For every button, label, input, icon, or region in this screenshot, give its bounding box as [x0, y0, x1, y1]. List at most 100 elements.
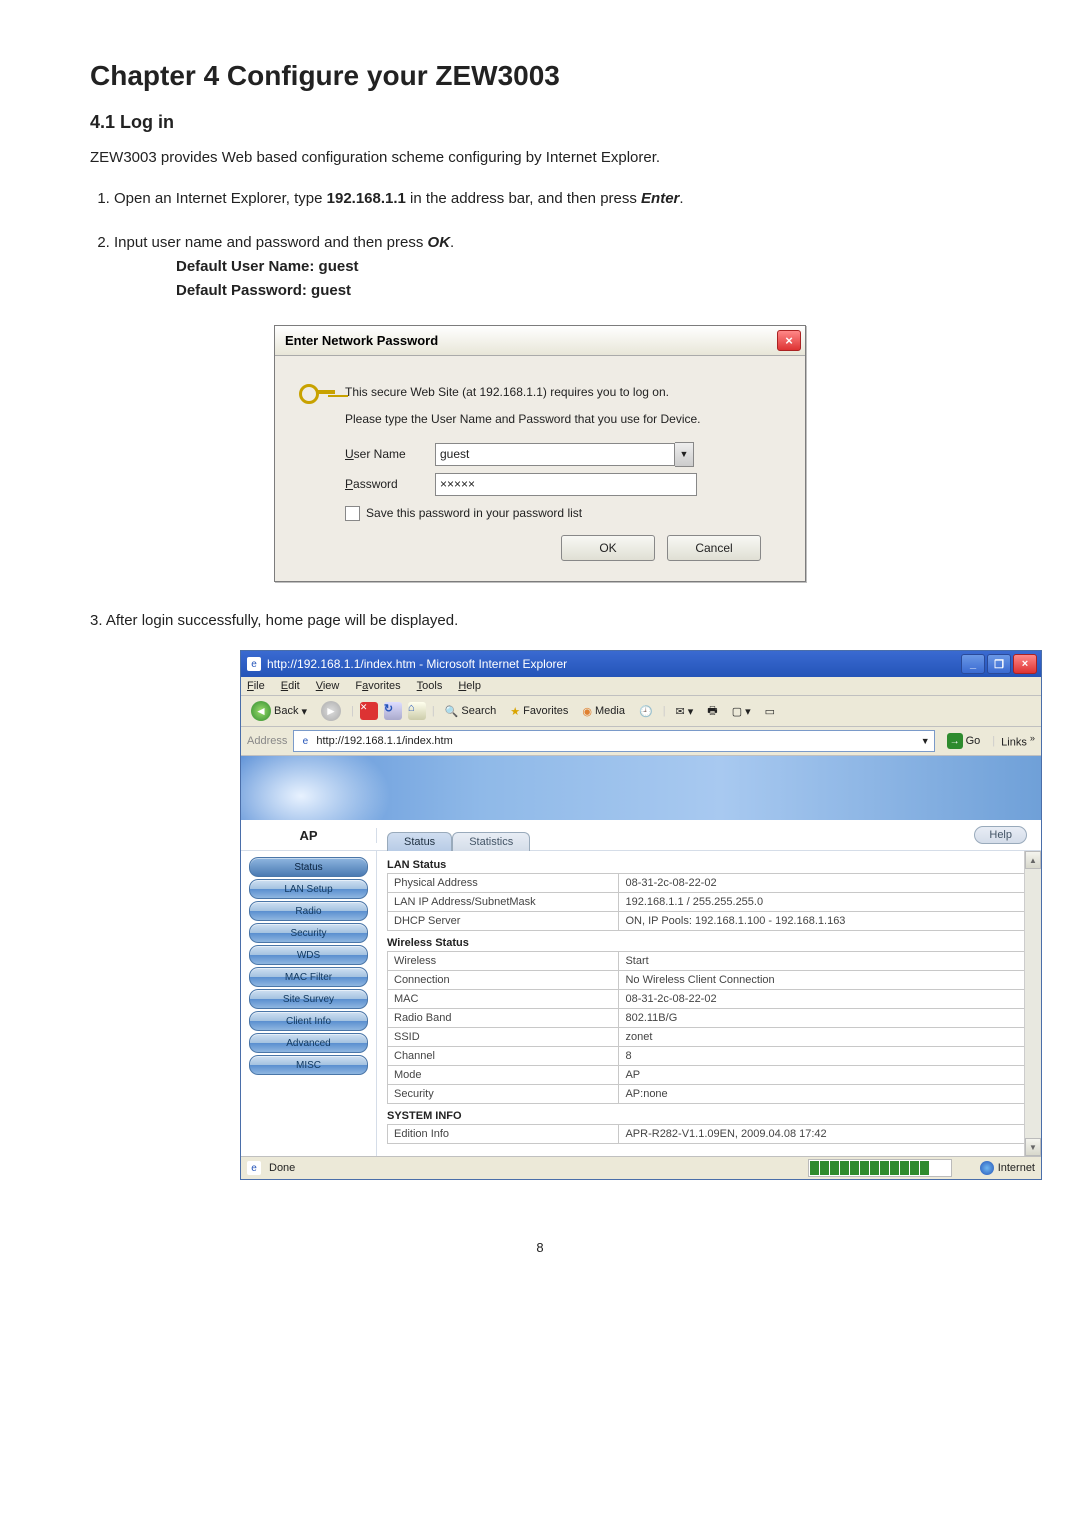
done-icon: e	[247, 1161, 261, 1175]
chapter-title: Chapter 4 Configure your ZEW3003	[90, 60, 990, 92]
help-button[interactable]: Help	[974, 826, 1027, 844]
ok-key: OK	[428, 234, 451, 251]
tab-status[interactable]: Status	[387, 832, 452, 851]
address-label: Address	[247, 735, 287, 747]
table-row: MAC08-31-2c-08-22-02	[388, 990, 1031, 1009]
go-button[interactable]: →Go	[941, 733, 987, 749]
forward-button[interactable]: ►	[317, 700, 345, 722]
text: Open an Internet Explorer, type	[114, 190, 327, 207]
address-bar[interactable]: e http://192.168.1.1/index.htm ▼	[293, 730, 934, 752]
dropdown-icon[interactable]: ▼	[675, 442, 694, 467]
refresh-icon[interactable]: ↻	[384, 702, 402, 720]
sidebar-item-misc[interactable]: MISC	[249, 1055, 368, 1075]
restore-icon[interactable]: ❐	[987, 654, 1011, 674]
toolbar: ◄Back ▾ ► | ✕ ↻ ⌂ | 🔍Search ★Favorites ◉…	[241, 696, 1041, 727]
text: .	[450, 234, 454, 251]
save-password-label: Save this password in your password list	[366, 506, 582, 520]
favorites-button[interactable]: ★Favorites	[506, 704, 572, 719]
text: Input user name and password and then pr…	[114, 234, 428, 251]
enter-key: Enter	[641, 190, 679, 207]
page-number: 8	[90, 1240, 990, 1255]
history-icon[interactable]: 🕘	[635, 704, 657, 719]
auth-dialog: Enter Network Password × This secure Web…	[274, 325, 806, 582]
close-icon[interactable]: ×	[777, 330, 801, 351]
table-row: WirelessStart	[388, 952, 1031, 971]
table-row: ConnectionNo Wireless Client Connection	[388, 971, 1031, 990]
username-label: User Name	[345, 447, 435, 461]
table-row: Radio Band802.11B/G	[388, 1009, 1031, 1028]
ap-label: AP	[241, 828, 377, 843]
table-row: DHCP ServerON, IP Pools: 192.168.1.100 -…	[388, 912, 1031, 931]
menu-bar: File Edit View Favorites Tools Help	[241, 677, 1041, 696]
discuss-icon[interactable]: ▭	[761, 704, 779, 719]
menu-view[interactable]: View	[316, 680, 340, 692]
menu-help[interactable]: Help	[458, 680, 481, 692]
page-icon: e	[298, 734, 312, 748]
print-icon[interactable]: 🖶	[703, 701, 721, 722]
sidebar-item-client-info[interactable]: Client Info	[249, 1011, 368, 1031]
address-value: http://192.168.1.1/index.htm	[316, 735, 452, 747]
internet-icon	[980, 1161, 994, 1175]
lan-status-header: LAN Status	[387, 859, 1031, 871]
dialog-title: Enter Network Password	[285, 333, 438, 348]
save-password-checkbox[interactable]	[345, 506, 360, 521]
ie-window: e http://192.168.1.1/index.htm - Microso…	[240, 650, 1042, 1180]
table-row: Physical Address08-31-2c-08-22-02	[388, 874, 1031, 893]
step-3: 3. After login successfully, home page w…	[90, 610, 990, 633]
key-icon	[299, 378, 335, 406]
banner-image	[241, 756, 1041, 820]
menu-edit[interactable]: Edit	[281, 680, 300, 692]
mail-icon[interactable]: ✉▾	[672, 704, 698, 719]
table-row: Edition InfoAPR-R282-V1.1.09EN, 2009.04.…	[388, 1125, 1031, 1144]
window-title: http://192.168.1.1/index.htm - Microsoft…	[267, 657, 567, 671]
ok-button[interactable]: OK	[561, 535, 655, 561]
section-title: 4.1 Log in	[90, 112, 990, 133]
sidebar-item-radio[interactable]: Radio	[249, 901, 368, 921]
table-row: LAN IP Address/SubnetMask192.168.1.1 / 2…	[388, 893, 1031, 912]
menu-favorites[interactable]: Favorites	[355, 680, 400, 692]
progress-bar	[808, 1159, 952, 1177]
sidebar-item-status[interactable]: Status	[249, 857, 368, 877]
text: in the address bar, and then press	[406, 190, 641, 207]
search-button[interactable]: 🔍Search	[441, 704, 501, 719]
wireless-status-header: Wireless Status	[387, 937, 1031, 949]
sidebar-item-security[interactable]: Security	[249, 923, 368, 943]
menu-file[interactable]: File	[247, 680, 265, 692]
system-info-header: SYSTEM INFO	[387, 1110, 1031, 1122]
password-input[interactable]: ×××××	[435, 473, 697, 496]
password-label: Password	[345, 477, 435, 491]
close-icon[interactable]: ×	[1013, 654, 1037, 674]
username-input[interactable]: guest	[435, 443, 675, 466]
home-icon[interactable]: ⌂	[408, 702, 426, 720]
default-username: Default User Name: guest	[176, 255, 990, 279]
wireless-status-table: WirelessStart ConnectionNo Wireless Clie…	[387, 951, 1031, 1104]
back-button[interactable]: ◄Back ▾	[247, 700, 311, 722]
table-row: SecurityAP:none	[388, 1085, 1031, 1104]
text: .	[679, 190, 683, 207]
sidebar-item-advanced[interactable]: Advanced	[249, 1033, 368, 1053]
scrollbar[interactable]: ▲ ▼	[1024, 851, 1041, 1156]
intro-text: ZEW3003 provides Web based configuration…	[90, 147, 990, 170]
scroll-up-icon[interactable]: ▲	[1025, 851, 1041, 869]
status-done: Done	[269, 1162, 295, 1174]
sidebar-item-site-survey[interactable]: Site Survey	[249, 989, 368, 1009]
media-button[interactable]: ◉Media	[578, 704, 629, 719]
minimize-icon[interactable]: _	[961, 654, 985, 674]
sidebar-item-mac-filter[interactable]: MAC Filter	[249, 967, 368, 987]
scroll-down-icon[interactable]: ▼	[1025, 1138, 1041, 1156]
step-1: Open an Internet Explorer, type 192.168.…	[114, 188, 990, 211]
sidebar-item-wds[interactable]: WDS	[249, 945, 368, 965]
stop-icon[interactable]: ✕	[360, 702, 378, 720]
links-label[interactable]: Links »	[1001, 733, 1035, 749]
table-row: ModeAP	[388, 1066, 1031, 1085]
dialog-message-2: Please type the User Name and Password t…	[345, 412, 781, 426]
dropdown-icon[interactable]: ▼	[921, 736, 930, 746]
sidebar: Status LAN Setup Radio Security WDS MAC …	[241, 851, 377, 1156]
sidebar-item-lan-setup[interactable]: LAN Setup	[249, 879, 368, 899]
edit-icon[interactable]: ▢▾	[728, 704, 755, 719]
tab-statistics[interactable]: Statistics	[452, 832, 530, 851]
step-2: Input user name and password and then pr…	[114, 232, 990, 303]
status-internet: Internet	[998, 1162, 1035, 1174]
cancel-button[interactable]: Cancel	[667, 535, 761, 561]
menu-tools[interactable]: Tools	[417, 680, 443, 692]
